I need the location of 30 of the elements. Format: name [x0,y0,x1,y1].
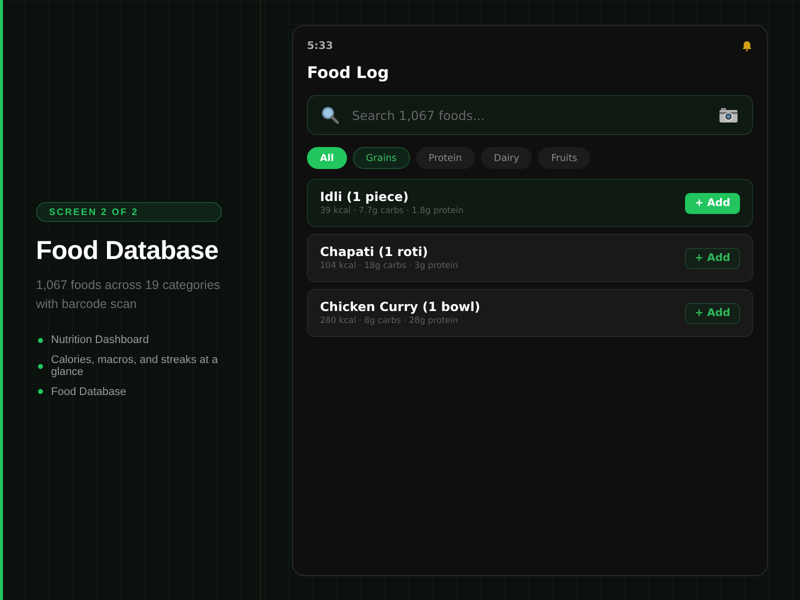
food-nutrition: 280 kcal · 8g carbs · 28g protein [320,316,460,327]
bell-icon[interactable] [741,40,753,52]
bullet-dot-icon [38,338,43,343]
bullet-dot-icon [38,389,43,394]
feature-title: Food Database [36,234,220,266]
status-time: 5:33 [307,40,334,52]
feature-item: Food Database [51,386,128,398]
food-name: Chicken Curry (1 bowl) [320,299,482,314]
bullet-dot-icon [38,364,43,368]
add-button[interactable]: + Add [685,302,740,324]
food-card[interactable]: Idli (1 piece) 39 kcal · 7.7g carbs · 1.8g protein + Add [307,179,753,227]
feature-item: Nutrition Dashboard [51,334,150,346]
food-card[interactable]: Chicken Curry (1 bowl) 280 kcal · 8g carbs · 28g protein + Add [307,289,753,337]
category-chip[interactable]: Dairy [480,147,532,169]
screen-title: Food Log [307,63,390,83]
food-nutrition: 39 kcal · 7.7g carbs · 1.8g protein [320,206,465,217]
category-chip[interactable]: Grains [352,147,410,169]
food-nutrition: 104 kcal · 18g carbs · 3g protein [320,261,460,272]
screen-badge: SCREEN 2 OF 2 [36,202,222,222]
food-card[interactable]: Chapati (1 roti) 104 kcal · 18g carbs · 3g protein + Add [307,234,753,282]
food-name: Idli (1 piece) [320,189,410,204]
category-chip[interactable]: Protein [416,147,475,169]
add-button[interactable]: + Add [685,248,740,268]
feature-description: 1,067 foods across 19 categories with barcode scan [36,277,222,313]
search-field[interactable]: Search 1,067 foods... [307,95,753,135]
feature-item: Calories, macros, and streaks at a glance [51,354,219,378]
food-name: Chapati (1 roti) [320,244,429,259]
search-icon [321,106,339,124]
category-chip[interactable]: Fruits [538,147,590,169]
camera-icon[interactable] [719,107,738,123]
